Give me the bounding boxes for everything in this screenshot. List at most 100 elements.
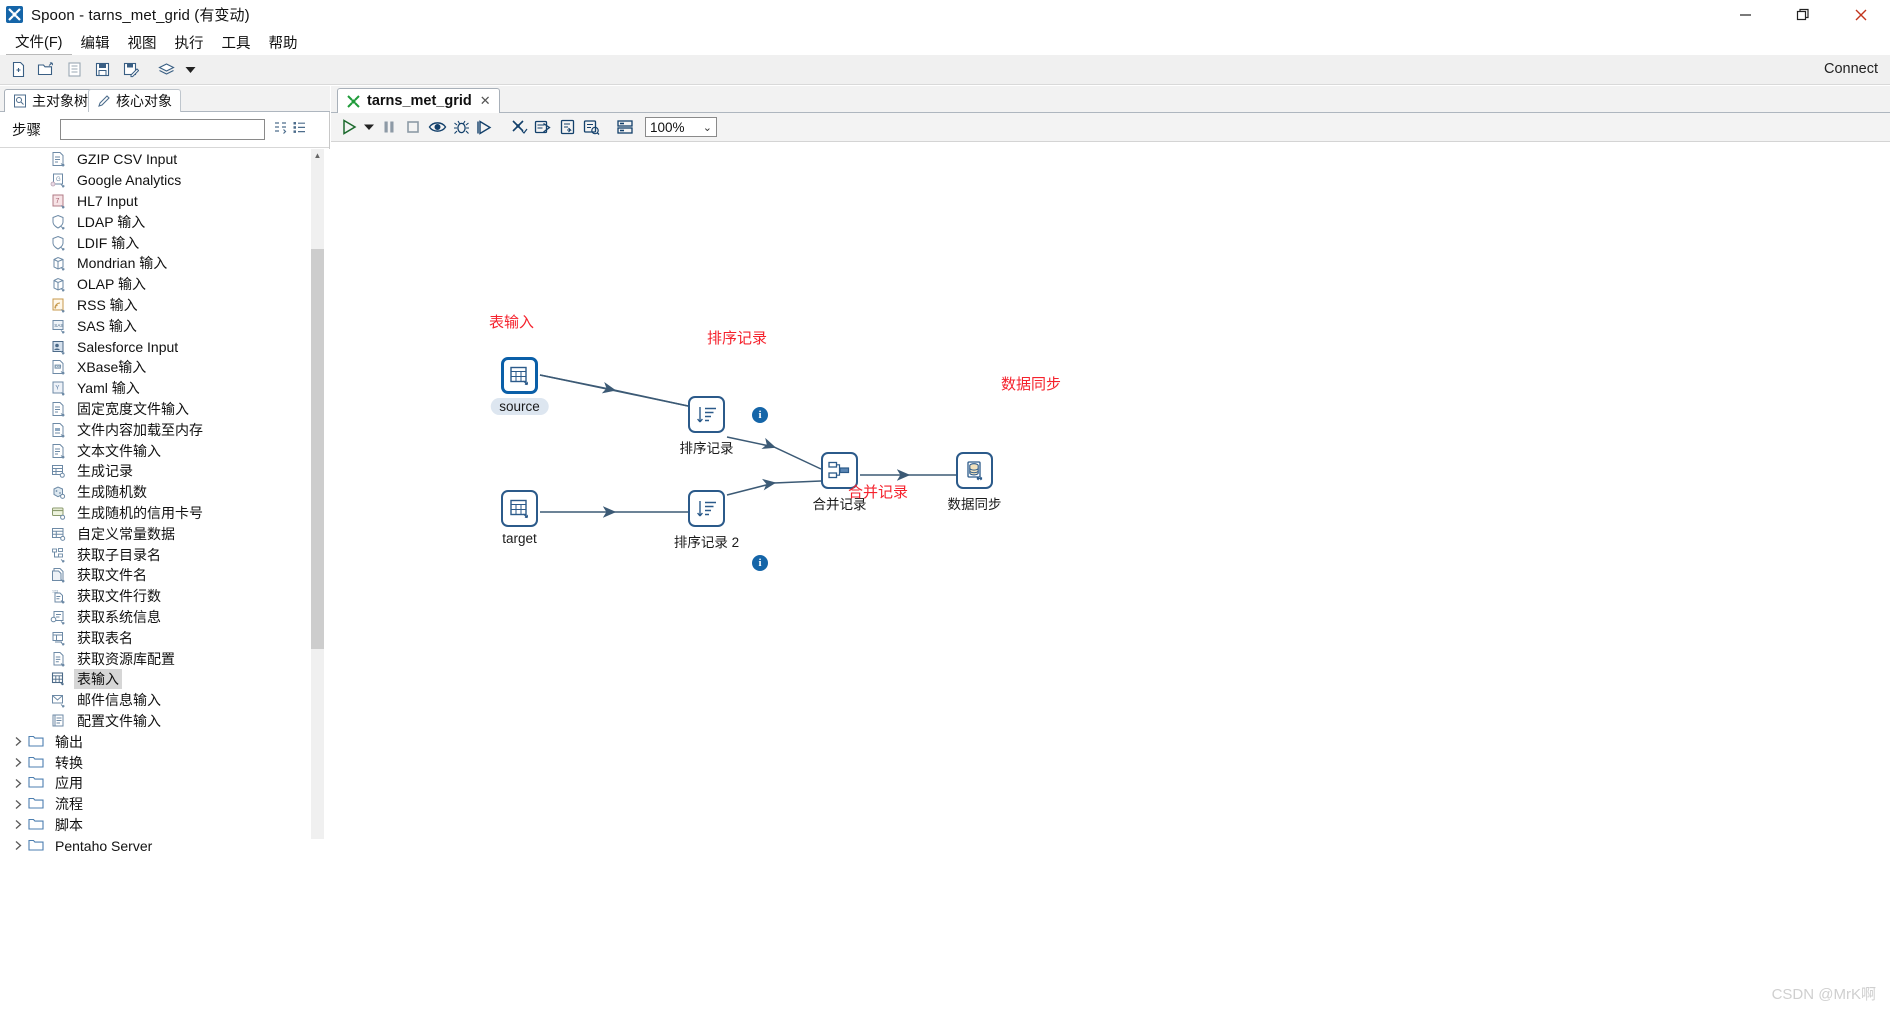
tree-scrollbar[interactable]: ▲ bbox=[311, 149, 324, 839]
scroll-up-arrow[interactable]: ▲ bbox=[311, 149, 324, 162]
step-tree[interactable]: GZIP CSV Input G Google Analytics 7 HL7 Inpu… bbox=[0, 149, 330, 1012]
tree-step-27[interactable]: 配置文件输入 bbox=[0, 711, 330, 732]
tree-step-14[interactable]: 文本文件输入 bbox=[0, 440, 330, 461]
tree-step-25[interactable]: 表输入 bbox=[0, 669, 330, 690]
chevron-right-icon[interactable] bbox=[10, 840, 26, 851]
tree-step-21[interactable]: 123 获取文件行数 bbox=[0, 586, 330, 607]
show-log-icon[interactable] bbox=[555, 115, 579, 139]
tree-step-23[interactable]: 获取表名 bbox=[0, 627, 330, 648]
tree-item-label: RSS 输入 bbox=[77, 296, 138, 313]
transformation-settings-icon[interactable] bbox=[531, 115, 555, 139]
close-button[interactable] bbox=[1832, 0, 1890, 29]
collapse-all-icon[interactable] bbox=[292, 120, 307, 140]
menu-help[interactable]: 帮助 bbox=[260, 30, 307, 55]
stop-icon[interactable] bbox=[401, 115, 425, 139]
transformation-canvas[interactable]: i i source 表输入 排序记录 排序记录 target 排序记录 2 合… bbox=[331, 143, 1890, 1012]
repository-icon bbox=[50, 651, 68, 667]
menu-tools[interactable]: 工具 bbox=[213, 30, 260, 55]
replay-icon[interactable] bbox=[473, 115, 497, 139]
connect-button[interactable]: Connect bbox=[1824, 61, 1878, 77]
hop-info-badge[interactable]: i bbox=[752, 555, 768, 571]
tree-item-label: 获取资源库配置 bbox=[77, 650, 175, 667]
menu-action[interactable]: 执行 bbox=[166, 30, 213, 55]
canvas-node-source[interactable]: source bbox=[490, 357, 549, 415]
tree-folder-31[interactable]: 流程 bbox=[0, 794, 330, 815]
hide-inactive-icon[interactable] bbox=[507, 115, 531, 139]
debug-icon[interactable] bbox=[449, 115, 473, 139]
tree-step-9[interactable]: Salesforce Input bbox=[0, 336, 330, 357]
chevron-right-icon[interactable] bbox=[10, 736, 26, 747]
tree-step-24[interactable]: 获取资源库配置 bbox=[0, 648, 330, 669]
open-file-icon[interactable] bbox=[32, 57, 60, 83]
menu-file[interactable]: 文件(F) bbox=[6, 29, 72, 55]
minimize-button[interactable] bbox=[1716, 0, 1774, 29]
file-input-icon bbox=[50, 151, 68, 167]
explore-repository-icon[interactable] bbox=[60, 57, 88, 83]
tree-step-22[interactable]: 获取系统信息 bbox=[0, 607, 330, 628]
grid-align-icon[interactable] bbox=[613, 115, 637, 139]
tree-folder-32[interactable]: 脚本 bbox=[0, 815, 330, 836]
tree-step-11[interactable]: Y Yaml 输入 bbox=[0, 378, 330, 399]
canvas-node-sort-rows[interactable]: 排序记录 bbox=[680, 396, 734, 456]
save-icon[interactable] bbox=[88, 57, 116, 83]
tree-step-15[interactable]: 生成记录 bbox=[0, 461, 330, 482]
run-options-caret-icon[interactable] bbox=[361, 115, 377, 139]
tree-step-19[interactable]: 获取子目录名 bbox=[0, 544, 330, 565]
menu-view[interactable]: 视图 bbox=[119, 30, 166, 55]
close-tab-icon[interactable]: ✕ bbox=[480, 93, 491, 109]
tree-folder-30[interactable]: 应用 bbox=[0, 773, 330, 794]
tree-step-16[interactable]: 生成随机数 bbox=[0, 482, 330, 503]
step-metrics-icon[interactable] bbox=[579, 115, 603, 139]
chevron-right-icon[interactable] bbox=[10, 757, 26, 768]
tree-step-13[interactable]: 文件内容加载至内存 bbox=[0, 419, 330, 440]
tree-folder-28[interactable]: 输出 bbox=[0, 731, 330, 752]
chevron-right-icon[interactable] bbox=[10, 778, 26, 789]
scroll-thumb[interactable] bbox=[311, 249, 324, 649]
menu-edit[interactable]: 编辑 bbox=[72, 30, 119, 55]
step-search-input[interactable] bbox=[60, 119, 265, 140]
tree-item-label: Mondrian 输入 bbox=[77, 255, 168, 272]
save-as-icon[interactable] bbox=[116, 57, 144, 83]
canvas-node-sort-rows-2[interactable]: 排序记录 2 bbox=[674, 490, 739, 550]
tree-step-17[interactable]: 生成随机的信用卡号 bbox=[0, 503, 330, 524]
svg-text:SAS: SAS bbox=[54, 323, 63, 328]
tab-transformation[interactable]: tarns_met_grid ✕ bbox=[337, 88, 500, 113]
tree-step-8[interactable]: SAS SAS 输入 bbox=[0, 315, 330, 336]
tree-step-20[interactable]: 获取文件名 bbox=[0, 565, 330, 586]
chevron-right-icon[interactable] bbox=[10, 799, 26, 810]
tree-step-26[interactable]: 邮件信息输入 bbox=[0, 690, 330, 711]
hop-info-badge[interactable]: i bbox=[752, 407, 768, 423]
tab-main-object-tree[interactable]: 主对象树 bbox=[4, 89, 97, 112]
tree-step-18[interactable]: 自定义常量数据 bbox=[0, 523, 330, 544]
tree-step-6[interactable]: OLAP 输入 bbox=[0, 274, 330, 295]
chevron-down-icon: ⌄ bbox=[702, 121, 712, 134]
tree-step-5[interactable]: Mondrian 输入 bbox=[0, 253, 330, 274]
tab-core-objects[interactable]: 核心对象 bbox=[88, 89, 181, 112]
zoom-level-select[interactable]: 100% ⌄ bbox=[645, 117, 717, 137]
canvas-node-target[interactable]: target bbox=[501, 490, 538, 546]
tree-step-2[interactable]: 7 HL7 Input bbox=[0, 191, 330, 212]
left-panel-tabs: 主对象树 核心对象 bbox=[0, 86, 330, 112]
tree-step-4[interactable]: LDIF 输入 bbox=[0, 232, 330, 253]
tree-step-0[interactable]: GZIP CSV Input bbox=[0, 149, 330, 170]
tree-step-12[interactable]: 固定宽度文件输入 bbox=[0, 399, 330, 420]
tree-step-10[interactable]: DBF XBase输入 bbox=[0, 357, 330, 378]
pause-icon[interactable] bbox=[377, 115, 401, 139]
maximize-button[interactable] bbox=[1774, 0, 1832, 29]
tree-item-label: HL7 Input bbox=[77, 192, 138, 209]
chevron-right-icon[interactable] bbox=[10, 819, 26, 830]
title-bar: Spoon - tarns_met_grid (有变动) bbox=[0, 0, 1890, 29]
chevron-down-icon[interactable] bbox=[180, 57, 200, 83]
new-file-icon[interactable] bbox=[4, 57, 32, 83]
preview-icon[interactable] bbox=[425, 115, 449, 139]
tree-step-1[interactable]: G Google Analytics bbox=[0, 170, 330, 191]
step-filter-row: 步骤 bbox=[0, 112, 329, 148]
canvas-node-sync-db[interactable]: 数据同步 bbox=[948, 452, 1002, 512]
tree-folder-33[interactable]: Pentaho Server bbox=[0, 835, 330, 856]
run-icon[interactable] bbox=[337, 115, 361, 139]
expand-all-icon[interactable] bbox=[273, 120, 288, 140]
layers-icon[interactable] bbox=[152, 57, 180, 83]
tree-step-7[interactable]: RSS 输入 bbox=[0, 295, 330, 316]
tree-step-3[interactable]: LDAP 输入 bbox=[0, 211, 330, 232]
tree-folder-29[interactable]: 转换 bbox=[0, 752, 330, 773]
